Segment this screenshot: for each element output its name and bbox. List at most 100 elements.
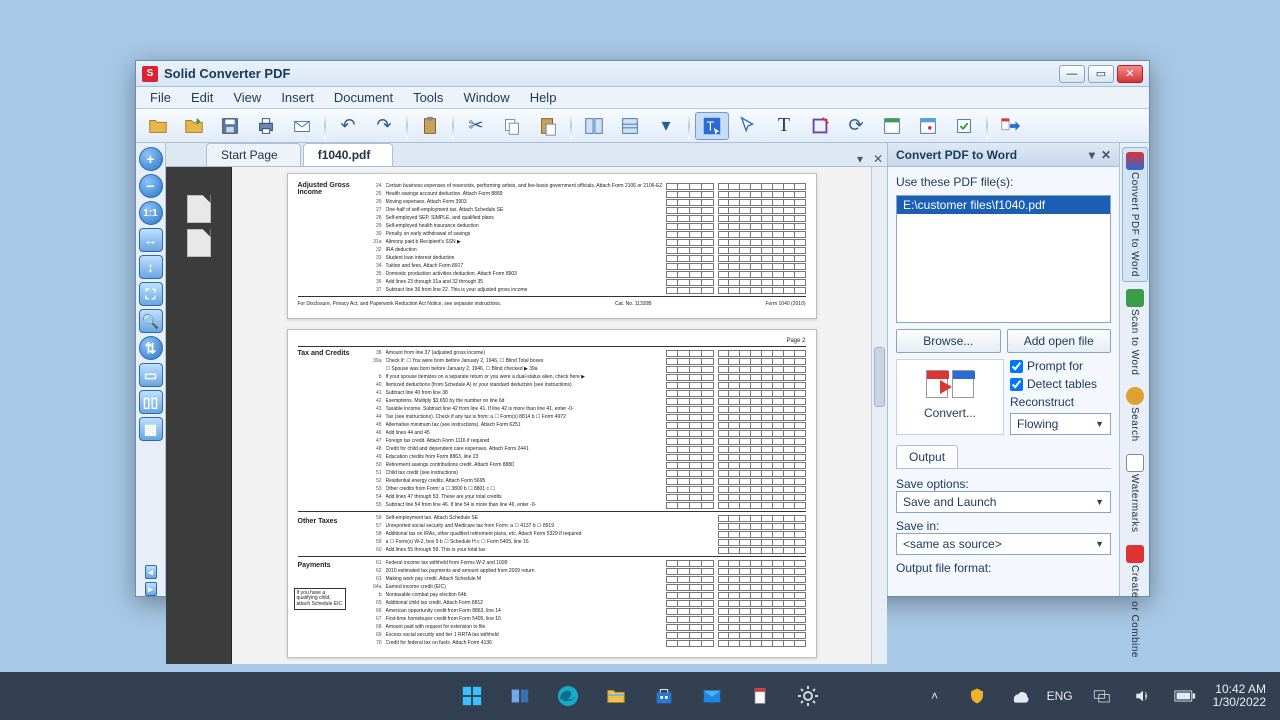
- battery-icon[interactable]: [1171, 682, 1199, 710]
- taskbar-clock[interactable]: 10:42 AM 1/30/2022: [1213, 683, 1266, 709]
- titlebar[interactable]: S Solid Converter PDF — ▭ ✕: [136, 61, 1149, 87]
- side-create-combine[interactable]: Create or Combine: [1122, 540, 1148, 663]
- zoom-in-button[interactable]: +: [139, 147, 163, 171]
- marquee-zoom-button[interactable]: 🔍: [139, 309, 163, 333]
- panel-dropdown-icon[interactable]: ▾: [1089, 148, 1095, 162]
- save-options-select[interactable]: Save and Launch▼: [896, 491, 1111, 513]
- menu-insert[interactable]: Insert: [273, 88, 322, 107]
- menu-document[interactable]: Document: [326, 88, 401, 107]
- side-search[interactable]: Search: [1122, 382, 1148, 447]
- print-button[interactable]: [249, 112, 283, 140]
- save-button[interactable]: [213, 112, 247, 140]
- text-tool[interactable]: T: [767, 112, 801, 140]
- two-page-view-button[interactable]: ▯▯: [139, 390, 163, 414]
- text-select-tool[interactable]: T: [695, 112, 729, 140]
- continuous-button[interactable]: ▾: [649, 112, 683, 140]
- app-taskbar-icon[interactable]: [746, 682, 774, 710]
- paste-button[interactable]: [531, 112, 565, 140]
- vertical-scrollbar[interactable]: [871, 167, 887, 664]
- language-indicator[interactable]: ENG: [1047, 689, 1073, 703]
- page-thumbnail[interactable]: [187, 195, 211, 223]
- menu-edit[interactable]: Edit: [183, 88, 221, 107]
- store-icon[interactable]: [650, 682, 678, 710]
- email-button[interactable]: [285, 112, 319, 140]
- side-watermarks[interactable]: Watermarks: [1122, 449, 1148, 538]
- fit-height-button[interactable]: ↕: [139, 255, 163, 279]
- two-page-button[interactable]: [577, 112, 611, 140]
- browse-button[interactable]: Browse...: [896, 329, 1001, 353]
- thumbnail-pane[interactable]: [166, 167, 232, 664]
- panel-close-icon[interactable]: ✕: [1101, 148, 1111, 162]
- page-view[interactable]: Adjusted Gross Income 24Certain business…: [232, 167, 871, 664]
- reconstruct-mode-select[interactable]: Flowing▼: [1010, 413, 1111, 435]
- zoom-out-button[interactable]: −: [139, 174, 163, 198]
- menu-window[interactable]: Window: [455, 88, 517, 107]
- single-page-button[interactable]: [613, 112, 647, 140]
- nav-button[interactable]: ⇅: [139, 336, 163, 360]
- taskbar[interactable]: ˄ ENG 10:42 AM 1/30/2022: [0, 672, 1280, 720]
- network-icon[interactable]: [1087, 682, 1115, 710]
- form-button[interactable]: [947, 112, 981, 140]
- convert-button-card[interactable]: Convert...: [896, 359, 1004, 435]
- pointer-tool[interactable]: [731, 112, 765, 140]
- edge-icon[interactable]: [554, 682, 582, 710]
- security-icon[interactable]: [963, 682, 991, 710]
- close-button[interactable]: ✕: [1117, 65, 1143, 83]
- scan-icon: [1126, 289, 1144, 307]
- side-scan-to-word[interactable]: Scan to Word: [1122, 284, 1148, 380]
- save-in-select[interactable]: <same as source>▼: [896, 533, 1111, 555]
- redo-button[interactable]: ↷: [367, 112, 401, 140]
- crop-tool[interactable]: [803, 112, 837, 140]
- watermark-button[interactable]: [911, 112, 945, 140]
- checkbox[interactable]: [1010, 378, 1023, 391]
- file-list[interactable]: E:\customer files\f1040.pdf: [896, 195, 1111, 323]
- explorer-icon[interactable]: [602, 682, 630, 710]
- prev-page-button[interactable]: ◂: [145, 565, 157, 579]
- panel-titlebar[interactable]: Convert PDF to Word ▾ ✕: [888, 143, 1119, 167]
- fit-width-button[interactable]: ↔: [139, 228, 163, 252]
- new-button[interactable]: [177, 112, 211, 140]
- scrollbar-thumb[interactable]: [874, 347, 885, 407]
- volume-icon[interactable]: [1129, 682, 1157, 710]
- copy-button[interactable]: [495, 112, 529, 140]
- menu-view[interactable]: View: [225, 88, 269, 107]
- clipboard-button[interactable]: [413, 112, 447, 140]
- thumbnail-view-button[interactable]: ▦: [139, 417, 163, 441]
- convert-button[interactable]: [993, 112, 1027, 140]
- menu-file[interactable]: File: [142, 88, 179, 107]
- minimize-button[interactable]: —: [1059, 65, 1085, 83]
- start-button[interactable]: [458, 682, 486, 710]
- taskview-button[interactable]: [506, 682, 534, 710]
- menu-tools[interactable]: Tools: [405, 88, 451, 107]
- form-line: bIf your spouse itemizes on a separate r…: [368, 373, 806, 381]
- mail-icon[interactable]: [698, 682, 726, 710]
- menu-help[interactable]: Help: [522, 88, 565, 107]
- undo-button[interactable]: ↶: [331, 112, 365, 140]
- onedrive-icon[interactable]: [1005, 682, 1033, 710]
- tab-dropdown-icon[interactable]: ▾: [851, 152, 869, 166]
- next-page-button[interactable]: ▸: [145, 582, 157, 596]
- fit-page-button[interactable]: ⛶: [139, 282, 163, 306]
- opt-prompt[interactable]: Prompt for: [1010, 359, 1111, 373]
- open-button[interactable]: [141, 112, 175, 140]
- file-list-item[interactable]: E:\customer files\f1040.pdf: [897, 196, 1110, 214]
- form-line: 24Certain business expenses of reservist…: [368, 182, 806, 190]
- rotate-button[interactable]: ⟳: [839, 112, 873, 140]
- checkbox[interactable]: [1010, 360, 1023, 373]
- opt-detect[interactable]: Detect tables: [1010, 377, 1111, 391]
- header-footer-button[interactable]: [875, 112, 909, 140]
- settings-icon[interactable]: [794, 682, 822, 710]
- tab-start-page[interactable]: Start Page: [206, 143, 301, 166]
- add-open-file-button[interactable]: Add open file: [1007, 329, 1112, 353]
- maximize-button[interactable]: ▭: [1088, 65, 1114, 83]
- tray-chevron-icon[interactable]: ˄: [921, 682, 949, 710]
- actual-size-button[interactable]: 1:1: [139, 201, 163, 225]
- side-convert-pdf-to-word[interactable]: Convert PDF to Word: [1122, 147, 1148, 282]
- output-tab[interactable]: Output: [896, 445, 958, 468]
- cut-button[interactable]: ✂: [459, 112, 493, 140]
- tab-close-icon[interactable]: ✕: [869, 152, 887, 166]
- form-line: 31aAlimony paid b Recipient's SSN ▶: [368, 238, 806, 246]
- page-thumbnail[interactable]: [187, 229, 211, 257]
- tab-document[interactable]: f1040.pdf: [303, 143, 394, 166]
- single-page-view-button[interactable]: ▭: [139, 363, 163, 387]
